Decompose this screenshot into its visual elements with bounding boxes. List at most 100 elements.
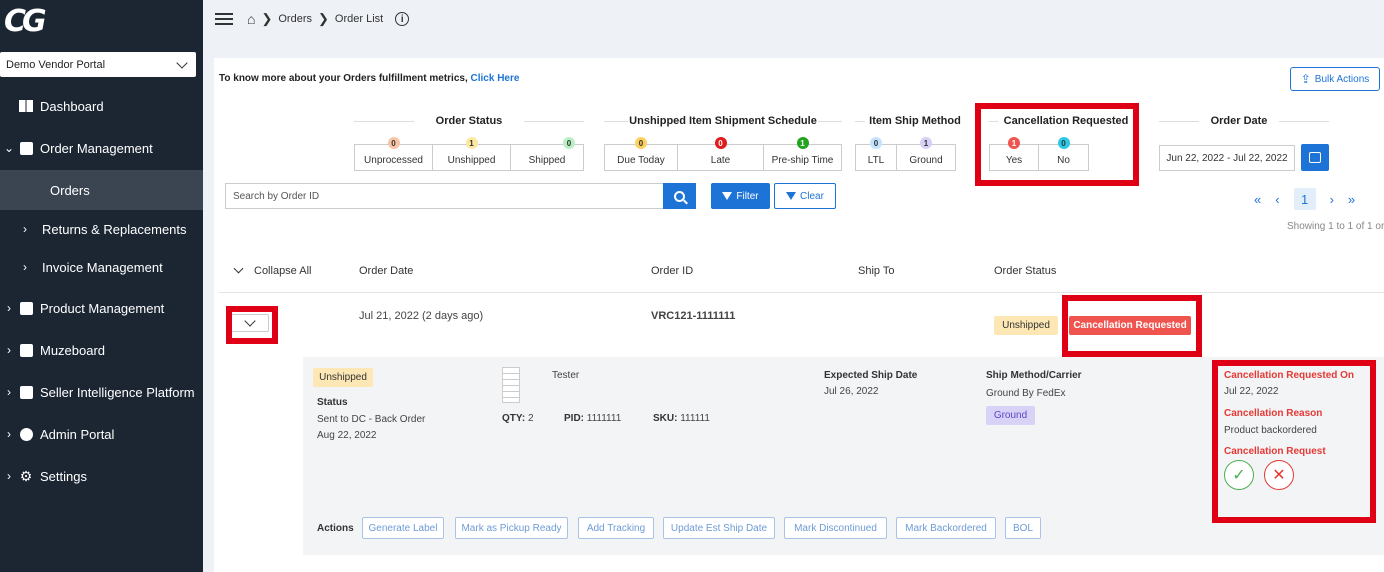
hamburger-menu-icon[interactable] [215, 13, 233, 25]
sidebar-item-label: Order Management [40, 140, 153, 156]
click-here-link[interactable]: Click Here [471, 73, 520, 84]
header-order-status[interactable]: Order Status [994, 265, 1056, 277]
portal-select-value: Demo Vendor Portal [6, 58, 106, 71]
collapse-all-toggle[interactable]: Collapse All [233, 263, 312, 277]
sidebar-item-dashboard[interactable]: Dashboard [0, 86, 203, 126]
mark-discontinued-button[interactable]: Mark Discontinued [784, 517, 887, 539]
sidebar-item-admin-portal[interactable]: › Admin Portal [0, 414, 203, 454]
chevron-right-icon: › [7, 343, 11, 357]
count-badge: 0 [714, 137, 727, 149]
detail-status-label: Status [317, 397, 348, 408]
dashboard-icon [18, 99, 34, 113]
filter-due-today[interactable]: 0 Due Today [605, 137, 678, 170]
generate-label-button[interactable]: Generate Label [362, 517, 444, 539]
detail-status-value: Sent to DC - Back Order [317, 414, 426, 425]
header-ship-to[interactable]: Ship To [858, 265, 895, 277]
update-est-ship-date-button[interactable]: Update Est Ship Date [663, 517, 775, 539]
bol-button[interactable]: BOL [1005, 517, 1041, 539]
clipboard-icon [18, 141, 34, 155]
highlight-cancellation-details [1212, 360, 1376, 523]
sidebar-item-invoice[interactable]: › Invoice Management [0, 247, 203, 287]
bar-chart-icon [18, 385, 34, 399]
sidebar-item-label: Returns & Replacements [42, 221, 187, 237]
clear-filter-button[interactable]: Clear [774, 183, 836, 209]
ground-badge: Ground [986, 406, 1035, 425]
calendar-button[interactable] [1301, 144, 1329, 171]
chevron-right-icon: › [23, 222, 27, 236]
filter-button[interactable]: Filter [711, 183, 770, 209]
sidebar-item-label: Product Management [40, 300, 165, 316]
chevron-right-icon: › [23, 260, 27, 274]
detail-status-badge: Unshipped [313, 368, 373, 387]
sidebar-item-label: Muzeboard [40, 342, 106, 358]
count-badge: 1 [920, 137, 932, 149]
search-icon [674, 190, 685, 202]
next-page-icon[interactable]: › [1330, 192, 1334, 207]
filter-label: Ground [909, 155, 943, 166]
info-icon[interactable]: i [395, 12, 410, 26]
page-number[interactable]: 1 [1293, 188, 1316, 210]
date-range-input[interactable]: Jun 22, 2022 - Jul 22, 2022 [1159, 145, 1295, 171]
breadcrumb-orders[interactable]: Orders [278, 13, 312, 25]
add-tracking-button[interactable]: Add Tracking [578, 517, 654, 539]
filter-ltl[interactable]: 0 LTL [856, 137, 897, 170]
sidebar-item-seller-intelligence[interactable]: › Seller Intelligence Platform [0, 372, 203, 412]
filter-unprocessed[interactable]: 0 Unprocessed [355, 137, 433, 170]
chevron-right-icon: › [7, 469, 11, 483]
header-order-id[interactable]: Order ID [651, 265, 693, 277]
first-page-icon[interactable]: « [1254, 192, 1261, 207]
highlight-expand-button [226, 306, 278, 344]
search-input[interactable]: Search by Order ID [225, 183, 664, 209]
sidebar-item-settings[interactable]: › ⚙ Settings [0, 456, 203, 496]
sidebar-item-returns[interactable]: › Returns & Replacements [0, 209, 203, 249]
ship-method-value: Ground By FedEx [986, 388, 1066, 399]
detail-status-date: Aug 22, 2022 [317, 430, 377, 441]
filter-shipped[interactable]: 0 Shipped [511, 137, 583, 170]
bulk-actions-button[interactable]: ⇪ Bulk Actions [1290, 67, 1380, 91]
row-order-id[interactable]: VRC121-1111111 [651, 310, 735, 322]
prev-page-icon[interactable]: ‹ [1275, 192, 1279, 207]
bulk-actions-label: Bulk Actions [1314, 73, 1370, 85]
mark-backordered-button[interactable]: Mark Backordered [896, 517, 996, 539]
mark-pickup-ready-button[interactable]: Mark as Pickup Ready [455, 517, 568, 539]
header-order-date[interactable]: Order Date [359, 265, 413, 277]
qty-label: QTY: [502, 413, 526, 424]
pagination-info: Showing 1 to 1 of 1 orders [1287, 221, 1384, 232]
filter-pre-ship[interactable]: 1 Pre-ship Time [764, 137, 841, 170]
chevron-right-icon: › [7, 427, 11, 441]
sidebar-item-product-management[interactable]: › Product Management [0, 288, 203, 328]
filter-label: Late [710, 155, 731, 166]
sidebar-item-muzeboard[interactable]: › Muzeboard [0, 330, 203, 370]
search-button[interactable] [663, 183, 696, 209]
table-divider [219, 292, 1384, 293]
home-icon[interactable]: ⌂ [247, 11, 255, 27]
breadcrumb-separator-icon: ❯ [318, 11, 329, 26]
collapse-all-label: Collapse All [254, 265, 312, 277]
status-badge: Unshipped [994, 316, 1058, 335]
product-pid: PID: 1111111 [564, 413, 621, 424]
sidebar-item-order-management[interactable]: ⌄ Order Management [0, 128, 203, 168]
count-badge: 0 [635, 137, 647, 149]
brand-logo[interactable]: CG [0, 0, 203, 42]
pid-value: 1111111 [586, 413, 622, 424]
clear-button-label: Clear [800, 190, 824, 202]
filter-unshipped[interactable]: 1 Unshipped [433, 137, 511, 170]
ship-method-label: Ship Method/Carrier [986, 370, 1082, 381]
ship-method-filter: 0 LTL 1 Ground [855, 137, 956, 171]
sku-value: 111111 [680, 413, 710, 424]
order-date-title: Order Date [1199, 115, 1279, 127]
fulfillment-notice: To know more about your Orders fulfillme… [219, 73, 519, 84]
portal-select[interactable]: Demo Vendor Portal [0, 52, 196, 77]
product-thumbnail[interactable] [502, 367, 520, 403]
last-page-icon[interactable]: » [1348, 192, 1355, 207]
filter-late[interactable]: 0 Late [678, 137, 764, 170]
top-bar: ⌂ ❯ Orders ❯ Order List i [203, 0, 1384, 38]
sidebar-item-label: Invoice Management [42, 259, 163, 275]
logo-text: CG [4, 3, 47, 39]
sidebar-item-orders[interactable]: Orders [0, 170, 203, 210]
count-badge: 0 [870, 137, 882, 149]
pagination: « ‹ 1 › » [1254, 188, 1355, 210]
schedule-title: Unshipped Item Shipment Schedule [628, 115, 818, 127]
count-badge: 0 [387, 137, 400, 149]
filter-ground[interactable]: 1 Ground [897, 137, 955, 170]
